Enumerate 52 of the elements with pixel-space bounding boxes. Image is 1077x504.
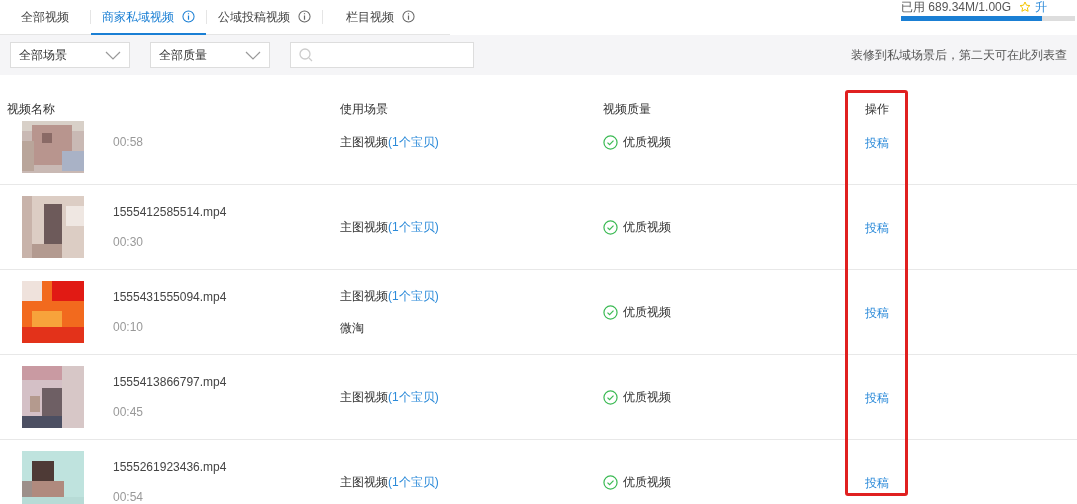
upgrade-link[interactable]: 升 xyxy=(1035,1,1048,13)
file-name: 1555412585514.mp4 xyxy=(113,204,227,221)
submit-link[interactable]: 投稿 xyxy=(865,221,889,235)
item-count-link[interactable]: (1个宝贝) xyxy=(388,133,439,151)
search-field[interactable] xyxy=(290,42,474,68)
quality-label: 优质视频 xyxy=(623,134,671,151)
quality-select[interactable]: 全部质量 xyxy=(150,42,270,68)
duration: 00:58 xyxy=(113,134,144,151)
submit-link[interactable]: 投稿 xyxy=(865,391,889,405)
submit-link[interactable]: 投稿 xyxy=(865,136,889,150)
check-circle-icon xyxy=(603,389,618,405)
file-name: 1555431555094.mp4 xyxy=(113,289,227,306)
duration: 00:10 xyxy=(113,319,145,336)
item-count-link[interactable]: (1个宝贝) xyxy=(388,473,439,491)
duration: 00:30 xyxy=(113,234,145,251)
tab[interactable]: 公域投稿视频 xyxy=(207,0,322,35)
column-header: 视频名称 xyxy=(7,102,55,116)
item-count-link[interactable]: (1个宝贝) xyxy=(388,287,439,305)
scene-text: 微淘 xyxy=(340,320,364,337)
storage-usage: 已用 689.34M/1.00G xyxy=(901,1,1012,13)
column-header: 使用场景 xyxy=(340,102,388,116)
star-icon xyxy=(1019,1,1032,13)
scene-text: 主图视频 xyxy=(340,474,388,491)
quality-label: 优质视频 xyxy=(623,474,671,491)
duration: 00:45 xyxy=(113,404,145,421)
check-circle-icon xyxy=(603,474,618,490)
submit-link[interactable]: 投稿 xyxy=(865,476,889,490)
file-name: 1555261923436.mp4 xyxy=(113,459,227,476)
tab[interactable]: 全部视频 xyxy=(0,0,90,35)
scene-text: 主图视频 xyxy=(340,134,388,151)
scene-text: 主图视频 xyxy=(340,288,388,305)
quality-label: 优质视频 xyxy=(623,389,671,406)
scene-text: 主图视频 xyxy=(340,389,388,406)
column-header: 视频质量 xyxy=(603,102,651,116)
quality-label: 优质视频 xyxy=(623,304,671,321)
item-count-link[interactable]: (1个宝贝) xyxy=(388,218,439,236)
scene-text: 主图视频 xyxy=(340,219,388,236)
check-circle-icon xyxy=(603,304,618,320)
search-icon xyxy=(299,48,313,62)
submit-link[interactable]: 投稿 xyxy=(865,306,889,320)
chevron-down-icon xyxy=(245,50,261,60)
item-count-link[interactable]: (1个宝贝) xyxy=(388,388,439,406)
scene-select[interactable]: 全部场景 xyxy=(10,42,130,68)
file-name: 1555413866797.mp4 xyxy=(113,374,227,391)
check-circle-icon xyxy=(603,219,618,235)
quality-label: 优质视频 xyxy=(623,219,671,236)
chevron-down-icon xyxy=(105,50,121,60)
column-header: 操作 xyxy=(865,102,889,116)
tab[interactable]: 栏目视频 xyxy=(323,0,438,35)
duration: 00:54 xyxy=(113,489,145,504)
notice-text: 装修到私域场景后，第二天可在此列表查 xyxy=(851,47,1067,64)
check-circle-icon xyxy=(603,134,618,150)
